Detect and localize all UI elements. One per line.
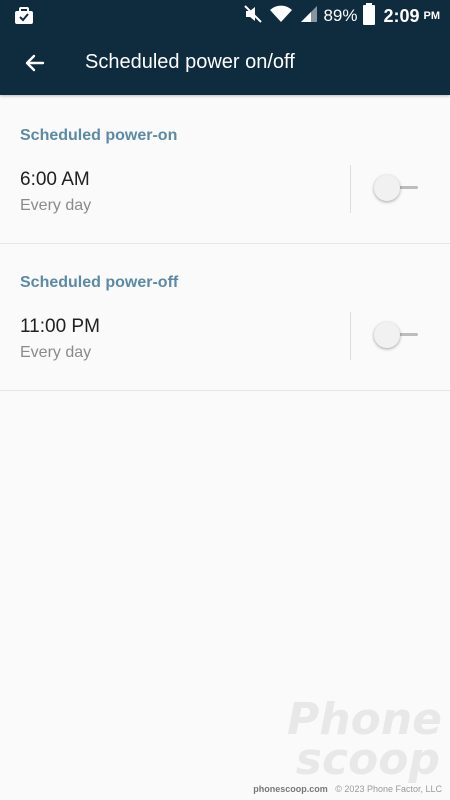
- section-header-power-off: Scheduled power-off: [20, 274, 179, 291]
- power-off-row[interactable]: 11:00 PM Every day: [0, 292, 450, 391]
- watermark-footer: phonescoop.com © 2023 Phone Factor, LLC: [253, 784, 442, 794]
- wifi-icon: [269, 4, 293, 29]
- watermark: Phone scoop phonescoop.com © 2023 Phone …: [253, 698, 442, 795]
- page-title: Scheduled power on/off: [85, 51, 295, 73]
- power-off-time: 11:00 PM: [20, 316, 100, 337]
- power-off-repeat: Every day: [20, 344, 92, 361]
- power-off-toggle[interactable]: [374, 322, 420, 350]
- status-time: 2:09: [383, 5, 420, 26]
- briefcase-icon: [14, 6, 34, 31]
- section-header-power-on: Scheduled power-on: [20, 127, 178, 144]
- back-button[interactable]: [14, 42, 56, 84]
- status-ampm: PM: [423, 10, 441, 22]
- toolbar: Scheduled power on/off: [0, 32, 450, 95]
- mute-vibrate-icon: [243, 4, 263, 29]
- signal-icon: [299, 4, 319, 29]
- row-divider: [350, 312, 351, 360]
- battery-icon: [363, 2, 376, 30]
- watermark-copyright: © 2023 Phone Factor, LLC: [335, 784, 442, 794]
- back-arrow-icon: [25, 54, 45, 72]
- power-on-time: 6:00 AM: [20, 169, 90, 190]
- toggle-thumb: [374, 322, 400, 348]
- status-bar: 89% 2:09 PM: [0, 0, 450, 32]
- power-on-toggle[interactable]: [374, 175, 420, 203]
- power-on-row[interactable]: 6:00 AM Every day: [0, 145, 450, 244]
- battery-percent: 89%: [323, 6, 358, 25]
- toggle-thumb: [374, 175, 400, 201]
- power-on-repeat: Every day: [20, 197, 92, 214]
- app-bar: 89% 2:09 PM Scheduled power on/off: [0, 0, 450, 95]
- watermark-logo-line2: scoop: [295, 734, 440, 785]
- watermark-site: phonescoop.com: [253, 784, 328, 794]
- row-divider: [350, 165, 351, 213]
